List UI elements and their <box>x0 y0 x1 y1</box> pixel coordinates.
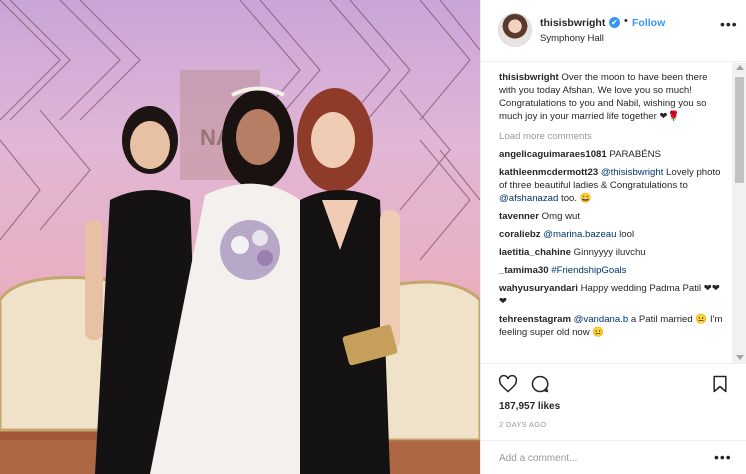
mention-link[interactable]: @vandana.b <box>574 314 629 325</box>
action-bar <box>481 363 746 401</box>
load-more-comments-button[interactable]: Load more comments <box>499 131 731 142</box>
comment-text: too. 😀 <box>558 193 592 204</box>
comment-text: PARABÉNS <box>609 149 661 160</box>
add-comment-input[interactable] <box>499 450 699 466</box>
comment-username[interactable]: coraliebz <box>499 229 541 240</box>
mention-link[interactable]: @thisisbwright <box>601 167 664 178</box>
post-sidebar: thisisbwright ✔ • Follow Symphony Hall •… <box>480 0 746 474</box>
comment-username[interactable]: tehreenstagram <box>499 314 571 325</box>
comment-item: tehreenstagram @vandana.b a Patil marrie… <box>499 313 725 339</box>
comment-username[interactable]: kathleenmcdermott23 <box>499 167 598 178</box>
like-heart-icon[interactable] <box>498 374 518 394</box>
mention-link[interactable]: @afshanazad <box>499 193 558 204</box>
comment-text: Ginnyyyy iluvchu <box>573 247 646 258</box>
location-link[interactable]: Symphony Hall <box>540 33 604 44</box>
add-comment-bar: ••• <box>481 440 746 474</box>
scroll-down-arrow-icon[interactable] <box>736 355 744 360</box>
comment-username[interactable]: _tamima30 <box>499 265 549 276</box>
scroll-up-arrow-icon[interactable] <box>736 65 744 70</box>
comment-item: _tamima30 #FriendshipGoals <box>499 264 725 277</box>
instagram-post-modal: NA thisisbwright ✔ • Follow Symphony Hal… <box>0 0 746 474</box>
comment-username[interactable]: angelicaguimaraes1081 <box>499 149 607 160</box>
more-options-icon[interactable]: ••• <box>714 449 732 465</box>
avatar[interactable] <box>498 13 532 47</box>
post-header: thisisbwright ✔ • Follow Symphony Hall •… <box>481 0 746 62</box>
post-photo[interactable]: NA <box>0 0 480 474</box>
comment-item: coraliebz @marina.bazeau lool <box>499 228 725 241</box>
scrollbar-thumb[interactable] <box>735 77 744 183</box>
save-bookmark-icon[interactable] <box>710 374 730 394</box>
comment-username[interactable]: laetitia_chahine <box>499 247 571 258</box>
comments-scrollbar[interactable] <box>732 63 746 363</box>
comment-username[interactable]: tavenner <box>499 211 539 222</box>
comment-item: wahyusuryandari Happy wedding Padma Pati… <box>499 282 725 308</box>
more-options-icon[interactable]: ••• <box>720 16 738 32</box>
caption-username[interactable]: thisisbwright <box>499 72 559 83</box>
verified-badge-icon: ✔ <box>609 17 620 28</box>
comment-item: kathleenmcdermott23 @thisisbwright Lovel… <box>499 166 725 205</box>
username[interactable]: thisisbwright <box>540 17 605 29</box>
follow-button[interactable]: Follow <box>632 17 665 29</box>
comment-item: angelicaguimaraes1081 PARABÉNS <box>499 148 725 161</box>
comment-text: lool <box>616 229 635 240</box>
likes-count[interactable]: 187,957 likes <box>499 401 560 412</box>
comment-item: tavenner Omg wut <box>499 210 725 223</box>
comment-username[interactable]: wahyusuryandari <box>499 283 578 294</box>
hashtag-link[interactable]: #FriendshipGoals <box>551 265 626 276</box>
post-timestamp[interactable]: 2 DAYS AGO <box>499 420 546 429</box>
mention-link[interactable]: @marina.bazeau <box>543 229 616 240</box>
caption: thisisbwright Over the moon to have been… <box>499 71 725 123</box>
separator-dot: • <box>624 15 628 27</box>
comment-bubble-icon[interactable] <box>530 374 550 394</box>
comments-list[interactable]: thisisbwright Over the moon to have been… <box>481 63 731 363</box>
comment-item: laetitia_chahine Ginnyyyy iluvchu <box>499 246 725 259</box>
comment-text: Omg wut <box>541 211 581 222</box>
photo-illustration: NA <box>0 0 480 474</box>
